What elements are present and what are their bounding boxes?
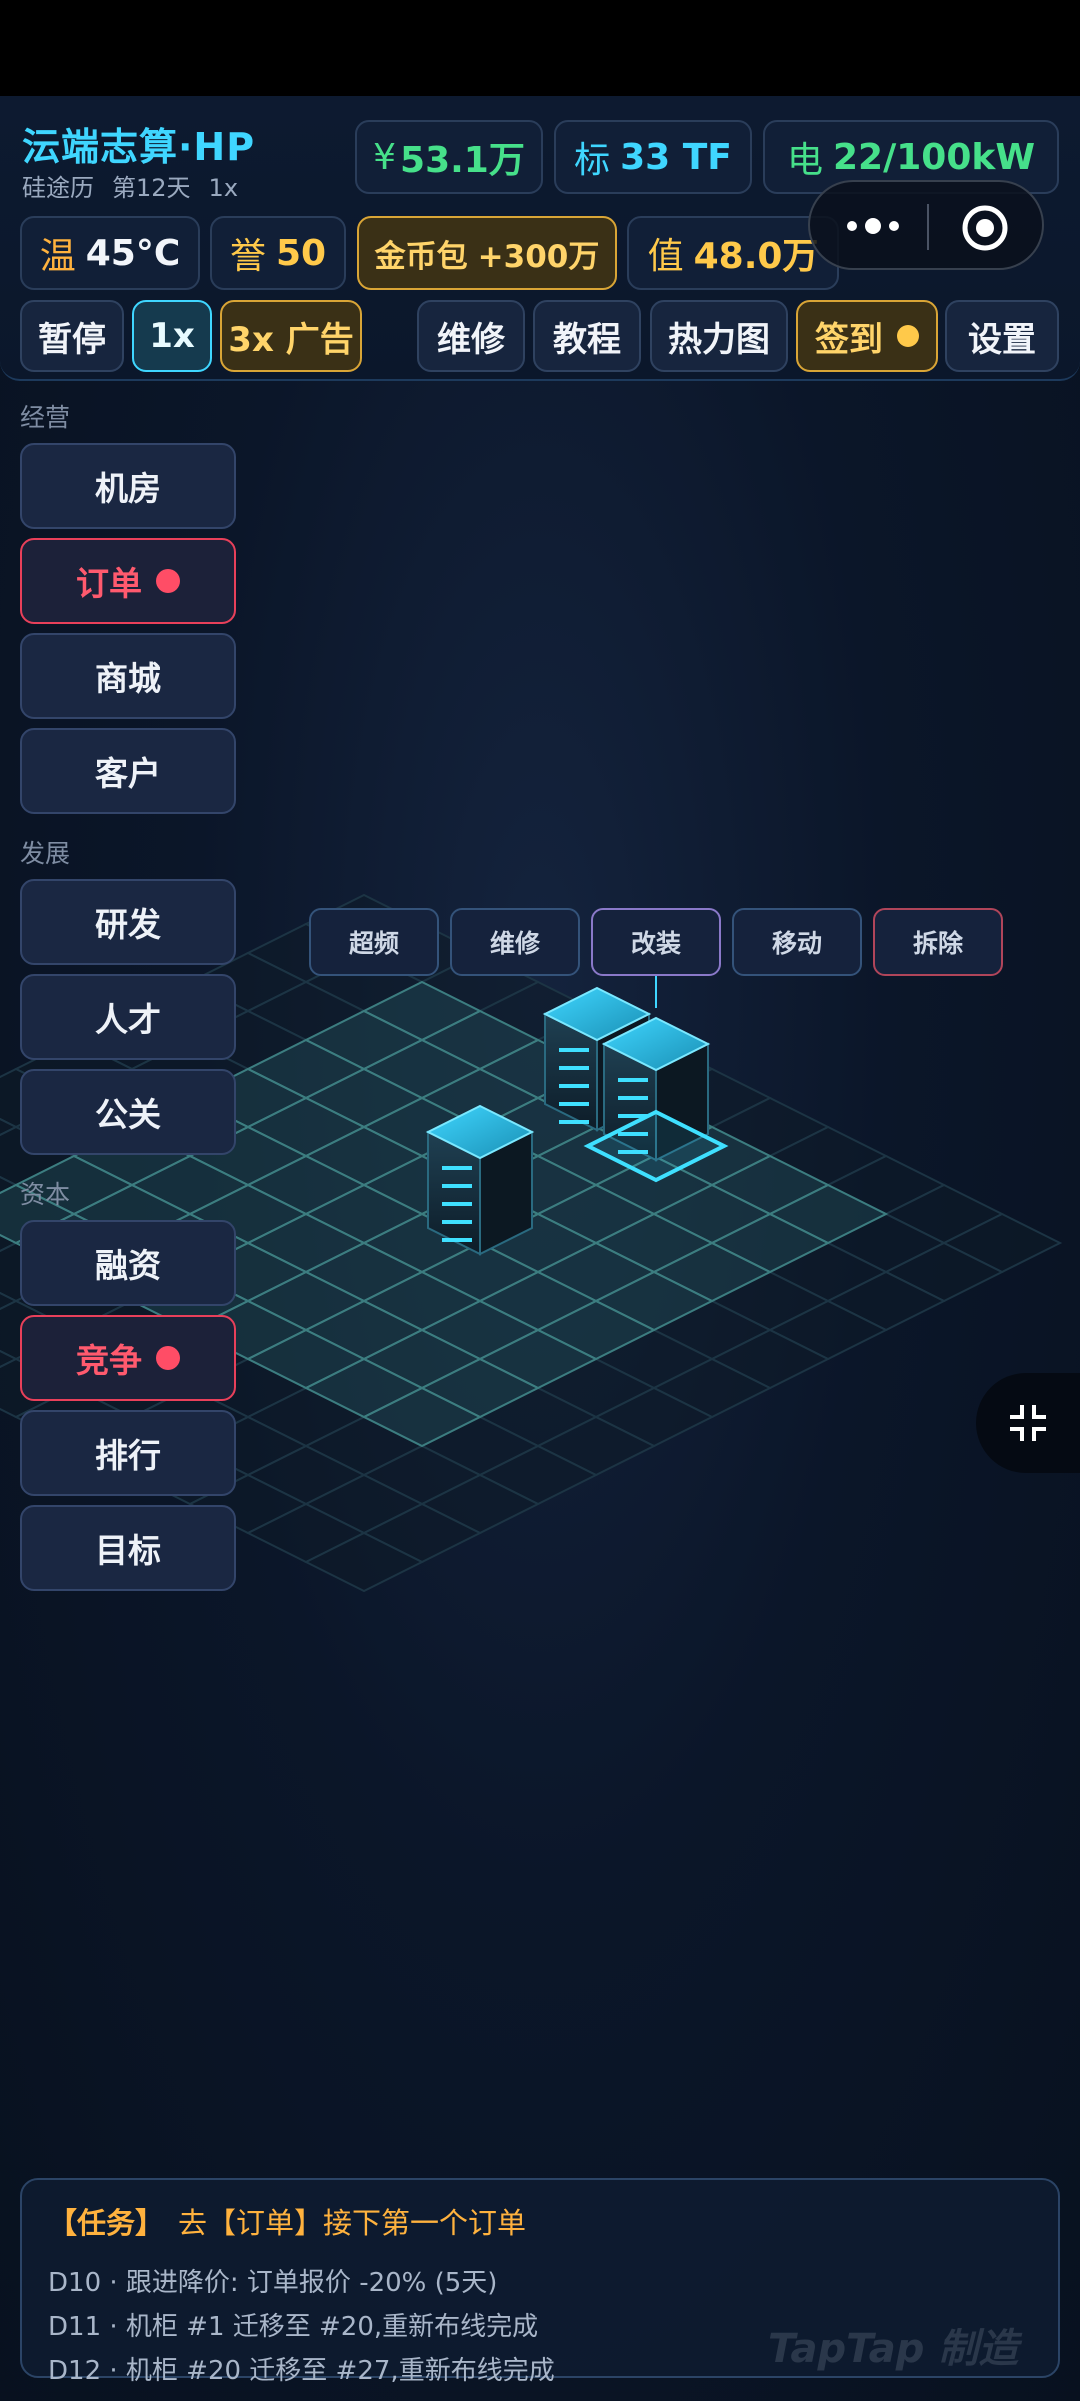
- repair-button[interactable]: 维修: [417, 300, 525, 372]
- speed-indicator: 1x: [208, 174, 239, 202]
- close-miniprogram-icon[interactable]: [960, 203, 1010, 253]
- pause-button[interactable]: 暂停: [20, 300, 124, 372]
- sidebar-item-competition-label: 竞争: [76, 1341, 142, 1380]
- sidebar-item-research[interactable]: 研发: [20, 879, 236, 965]
- server-rack[interactable]: [425, 1104, 535, 1256]
- event-log-line: D10 · 跟进降价: 订单报价 -20% (5天): [48, 2268, 498, 2298]
- sidebar-item-ranking[interactable]: 排行: [20, 1410, 236, 1496]
- move-button[interactable]: 移动: [732, 908, 862, 976]
- sidebar-item-shop[interactable]: 商城: [20, 633, 236, 719]
- reputation-value: 50: [275, 232, 327, 274]
- event-log-line: D11 · 机柜 #1 迁移至 #20,重新布线完成: [48, 2312, 539, 2342]
- collapse-icon: [1010, 1405, 1046, 1441]
- money-icon: ¥: [373, 136, 397, 178]
- overclock-button[interactable]: 超频: [309, 908, 439, 976]
- compute-icon: 标: [574, 140, 611, 181]
- section-capital: 资本: [20, 1180, 71, 1209]
- compute-value: 33 TF: [620, 136, 732, 178]
- temperature-icon: 温: [39, 236, 76, 277]
- valuation-value: 48.0万: [693, 236, 819, 277]
- orders-alert-dot: [156, 569, 180, 593]
- speed-1x-button[interactable]: 1x: [132, 300, 212, 372]
- system-status-bar: [0, 0, 1080, 96]
- task-tag: 【任务】: [48, 2206, 165, 2240]
- tutorial-button[interactable]: 教程: [533, 300, 641, 372]
- power-icon: 电: [786, 140, 823, 181]
- sidebar-item-competition[interactable]: 竞争: [20, 1315, 236, 1401]
- event-log-line: D12 · 机柜 #20 迁移至 #27,重新布线完成: [48, 2356, 555, 2386]
- sidebar-item-pr[interactable]: 公关: [20, 1069, 236, 1155]
- section-operations: 经营: [20, 403, 71, 432]
- sidebar-item-orders-label: 订单: [76, 564, 142, 603]
- sidebar-item-orders[interactable]: 订单: [20, 538, 236, 624]
- coin-pack-button[interactable]: 金币包 +300万: [357, 216, 617, 290]
- modify-button[interactable]: 改装: [591, 908, 721, 976]
- coin-pack-value: +300万: [477, 238, 600, 275]
- task-header: 【任务】 去【订单】接下第一个订单: [48, 2200, 526, 2242]
- competition-alert-dot: [156, 1346, 180, 1370]
- sidebar-item-talent[interactable]: 人才: [20, 974, 236, 1060]
- miniprogram-capsule: [808, 180, 1044, 270]
- game-title: 沄端志算·HP: [22, 125, 256, 169]
- more-icon[interactable]: [838, 206, 908, 246]
- taptap-watermark: TapTap 制造: [768, 2326, 1019, 2372]
- power-value: 22/100kW: [832, 136, 1036, 178]
- settings-button[interactable]: 设置: [945, 300, 1059, 372]
- reputation-icon: 誉: [229, 236, 266, 277]
- temperature-value: 45°C: [85, 232, 181, 274]
- sidebar-item-goals[interactable]: 目标: [20, 1505, 236, 1591]
- exit-fullscreen-button[interactable]: [976, 1373, 1080, 1473]
- checkin-notification-dot: [897, 325, 919, 347]
- valuation-icon: 值: [647, 236, 684, 277]
- checkin-button[interactable]: 签到: [796, 300, 938, 372]
- speed-3x-ad-button[interactable]: 3x 广告: [220, 300, 362, 372]
- sidebar-item-datacenter[interactable]: 机房: [20, 443, 236, 529]
- date-line: 硅途历 第12天 1x: [22, 168, 256, 203]
- calendar-name: 硅途历: [22, 174, 94, 202]
- temperature-stat: 温 45°C: [20, 216, 200, 290]
- context-repair-button[interactable]: 维修: [450, 908, 580, 976]
- reputation-stat: 誉 50: [210, 216, 346, 290]
- section-development: 发展: [20, 839, 71, 868]
- capsule-divider: [927, 204, 929, 250]
- money-stat: ¥ 53.1万: [355, 120, 543, 194]
- sidebar-item-customers[interactable]: 客户: [20, 728, 236, 814]
- checkin-label: 签到: [815, 319, 883, 360]
- task-text: 去【订单】接下第一个订单: [178, 2206, 527, 2240]
- compute-stat: 标 33 TF: [554, 120, 752, 194]
- day-counter: 第12天: [112, 174, 191, 202]
- money-value: 53.1万: [400, 140, 525, 181]
- demolish-button[interactable]: 拆除: [873, 908, 1003, 976]
- heatmap-button[interactable]: 热力图: [650, 300, 788, 372]
- sidebar-item-financing[interactable]: 融资: [20, 1220, 236, 1306]
- coin-pack-label: 金币包: [374, 238, 468, 275]
